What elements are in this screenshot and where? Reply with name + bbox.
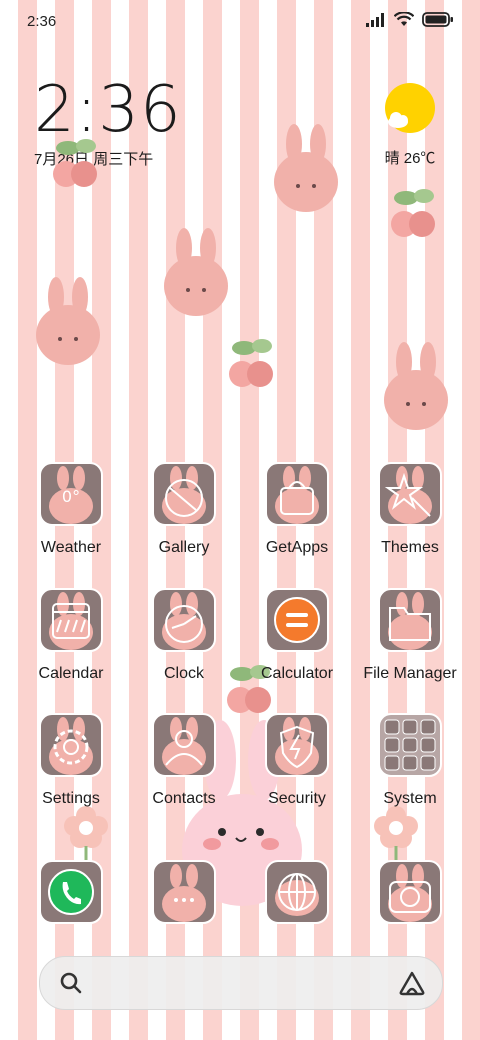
battery-icon — [422, 12, 453, 27]
weather-icon: 0° — [39, 462, 103, 526]
search-bar[interactable] — [39, 956, 443, 1010]
app-label: Clock — [163, 665, 204, 682]
app-security[interactable]: Security — [241, 713, 353, 808]
app-contacts[interactable]: Contacts — [128, 713, 240, 808]
dock-browser[interactable] — [241, 860, 353, 929]
svg-text:0°: 0° — [62, 487, 80, 506]
app-calculator[interactable]: Calculator — [241, 588, 353, 683]
camera-icon — [378, 860, 442, 924]
app-themes[interactable]: Themes — [354, 462, 466, 557]
bunny-decoration — [274, 124, 338, 212]
phone-icon — [39, 860, 103, 924]
app-clock[interactable]: Clock — [128, 588, 240, 683]
dock-messages[interactable] — [128, 860, 240, 929]
browser-icon — [265, 860, 329, 924]
security-icon — [265, 713, 329, 777]
file-manager-icon — [378, 588, 442, 652]
app-label: Themes — [381, 539, 439, 556]
clock-icon — [152, 588, 216, 652]
dock-phone[interactable] — [15, 860, 127, 929]
app-calendar[interactable]: Calendar — [15, 588, 127, 683]
themes-icon — [378, 462, 442, 526]
flower-decoration — [64, 806, 108, 862]
app-settings[interactable]: Settings — [15, 713, 127, 808]
weather-text: 晴 26℃ — [384, 150, 436, 167]
app-label: File Manager — [363, 665, 457, 682]
calculator-icon — [265, 588, 329, 652]
signal-icon — [366, 12, 384, 27]
gallery-icon — [152, 462, 216, 526]
cherry-decoration — [391, 189, 435, 237]
app-label: Gallery — [158, 539, 210, 556]
flower-decoration — [374, 806, 418, 862]
status-bar: 2:36 — [0, 0, 480, 40]
app-weather[interactable]: 0° Weather — [15, 462, 127, 557]
bunny-decoration — [164, 228, 228, 316]
app-label: Settings — [42, 790, 100, 807]
app-label: Weather — [40, 539, 102, 556]
cherry-decoration — [229, 339, 273, 387]
weather-widget[interactable]: 晴 26℃ — [370, 82, 450, 168]
app-getapps[interactable]: GetApps — [241, 462, 353, 557]
wifi-icon — [394, 12, 414, 26]
clock-time: 2:36 — [34, 73, 182, 147]
sunny-cloud-icon — [385, 83, 435, 133]
dock-camera[interactable] — [354, 860, 466, 929]
status-time: 2:36 — [27, 13, 57, 30]
assistant-icon[interactable] — [398, 970, 426, 996]
messages-icon — [152, 860, 216, 924]
settings-icon — [39, 713, 103, 777]
bunny-decoration — [384, 342, 448, 430]
app-label: System — [383, 790, 437, 807]
app-label: Contacts — [152, 790, 216, 807]
getapps-icon — [265, 462, 329, 526]
system-folder-icon — [378, 713, 442, 777]
app-system-folder[interactable]: System — [354, 713, 466, 808]
app-gallery[interactable]: Gallery — [128, 462, 240, 557]
app-label: Calculator — [260, 665, 334, 682]
bunny-decoration — [36, 277, 100, 365]
app-label: Calendar — [38, 665, 104, 682]
cherry-decoration — [53, 139, 97, 187]
app-label: Security — [268, 790, 326, 807]
app-label: GetApps — [265, 539, 329, 556]
calendar-icon — [39, 588, 103, 652]
contacts-icon — [152, 713, 216, 777]
app-file-manager[interactable]: File Manager — [354, 588, 466, 683]
search-icon[interactable] — [59, 971, 83, 995]
